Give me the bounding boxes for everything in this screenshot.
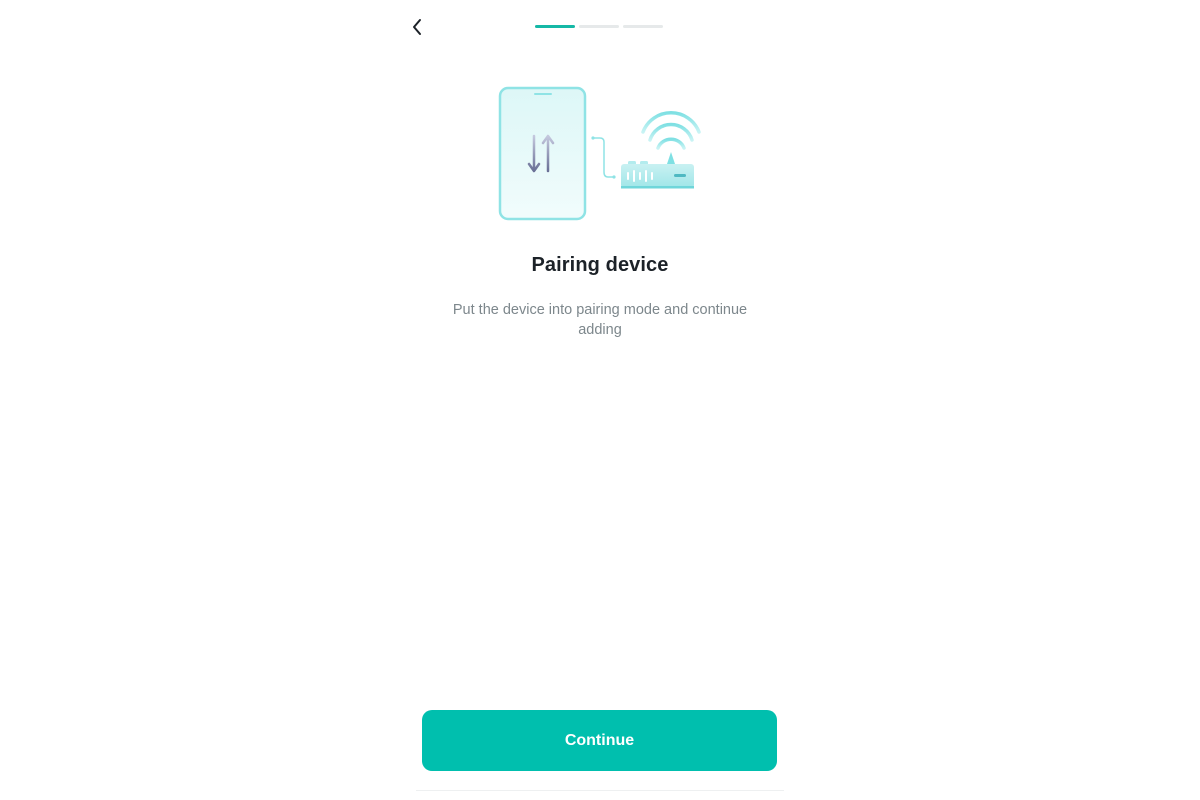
progress-step-3 (623, 25, 663, 28)
progress-step-2 (579, 25, 619, 28)
phone-transfer-icon (498, 86, 587, 221)
chevron-left-icon (413, 19, 421, 35)
step-progress-indicator (535, 25, 663, 28)
pairing-illustration (498, 86, 701, 221)
progress-step-1 (535, 25, 575, 28)
back-button[interactable] (404, 14, 430, 40)
page-subtitle: Put the device into pairing mode and con… (452, 302, 748, 338)
wifi-router-icon (621, 111, 701, 189)
continue-button[interactable]: Continue (422, 710, 777, 771)
connector-line (591, 136, 616, 179)
page-title: Pairing device (531, 254, 669, 276)
pairing-screen: Pairing device Put the device into pairi… (0, 0, 1200, 800)
bottom-divider (416, 790, 784, 791)
